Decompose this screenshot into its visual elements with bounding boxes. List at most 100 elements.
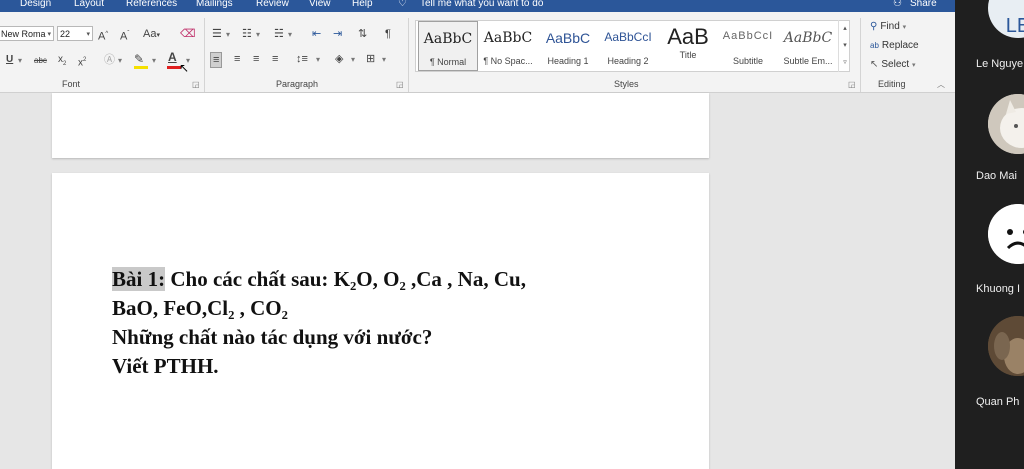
increase-indent-icon[interactable]: ⇥: [333, 27, 342, 41]
style-title[interactable]: AaB Title: [658, 21, 718, 71]
ribbon-separator: [204, 18, 205, 92]
styles-group-label: Styles: [614, 79, 639, 89]
style-preview: AaBbC: [783, 30, 833, 46]
search-icon: ⚲: [870, 21, 878, 32]
participant-name: Le Nguye: [976, 58, 1024, 70]
chevron-down-icon: ▾: [86, 31, 90, 38]
lightbulb-icon: ♡: [398, 0, 407, 9]
style-normal[interactable]: AaBbC ¶ Normal: [418, 21, 478, 71]
paragraph-line: Viết PTHH.: [112, 354, 219, 378]
line-spacing-icon[interactable]: ↕≡: [296, 52, 308, 66]
underline-icon[interactable]: U: [6, 53, 13, 67]
ribbon: New Roma ▾ 22 ▾ A^ Aˇ Aa▾ ⌫ U ▾ abc x2 x2 …: [0, 12, 955, 93]
menu-references[interactable]: References: [126, 0, 177, 9]
ribbon-separator: [408, 18, 409, 92]
chevron-up-icon[interactable]: ▴: [839, 20, 851, 37]
highlight-icon[interactable]: ✎: [134, 52, 144, 66]
shrink-font-icon[interactable]: Aˇ: [120, 27, 129, 44]
paragraph-dialog-launcher-icon[interactable]: ◲: [396, 78, 404, 92]
document-canvas: Bài 1: Cho các chất sau: K₂O, O₂ ,Ca , N…: [0, 93, 955, 469]
bullets-icon[interactable]: ☰: [212, 27, 222, 41]
font-size-combo[interactable]: 22 ▾: [57, 26, 93, 41]
tell-me-box[interactable]: Tell me what you want to do: [420, 0, 543, 9]
shading-icon[interactable]: ◈: [335, 52, 343, 66]
replace-icon: ab: [870, 41, 879, 50]
menu-design[interactable]: Design: [20, 0, 51, 9]
sort-icon[interactable]: ⇅: [358, 27, 367, 41]
paragraph-group-label: Paragraph: [276, 79, 319, 89]
ribbon-separator: [860, 18, 861, 92]
find-button[interactable]: ⚲ Find ▾: [870, 21, 906, 32]
chevron-down-icon[interactable]: ▾: [288, 28, 292, 42]
chevron-down-icon[interactable]: ▾: [351, 53, 355, 67]
style-subtitle[interactable]: AaBbCcI Subtitle: [718, 21, 778, 71]
participant-name: Dao Mai: [976, 170, 1017, 182]
style-no-spacing[interactable]: AaBbC ¶ No Spac...: [478, 21, 538, 71]
style-preview: AaBbCcI: [722, 30, 774, 42]
align-right-icon[interactable]: ≡: [253, 52, 259, 66]
numbering-icon[interactable]: ☷: [242, 27, 252, 41]
style-name: Title: [679, 50, 697, 60]
styles-dialog-launcher-icon[interactable]: ◲: [848, 78, 856, 92]
collapse-ribbon-icon[interactable]: ︿: [937, 78, 945, 92]
replace-label: Replace: [881, 40, 919, 51]
strikethrough-icon[interactable]: abc: [34, 54, 47, 68]
font-dialog-launcher-icon[interactable]: ◲: [192, 78, 200, 92]
subscript-icon[interactable]: x2: [58, 53, 66, 71]
borders-icon[interactable]: ⊞: [366, 52, 375, 66]
exercise-text: Cho các chất sau: K₂O, O₂ ,Ca , Na, Cu,: [165, 267, 526, 291]
find-label: Find: [880, 21, 900, 32]
style-heading-2[interactable]: AaBbCcI Heading 2: [598, 21, 658, 71]
document-page[interactable]: Bài 1: Cho các chất sau: K₂O, O₂ ,Ca , N…: [52, 173, 709, 469]
cursor-select-icon: ↖: [870, 59, 879, 70]
multilevel-list-icon[interactable]: ☵: [274, 27, 284, 41]
text-effects-icon[interactable]: Ⓐ: [104, 53, 115, 67]
participant-name: Quan Ph: [976, 396, 1020, 408]
chevron-down-icon[interactable]: ▾: [256, 28, 260, 42]
share-icon: ⚇: [893, 0, 902, 9]
decrease-indent-icon[interactable]: ⇤: [312, 27, 321, 41]
superscript-icon[interactable]: x2: [78, 53, 86, 70]
justify-icon[interactable]: ≡: [272, 52, 278, 66]
font-color-icon[interactable]: A: [168, 50, 177, 64]
pilcrow-icon[interactable]: ¶: [385, 27, 391, 41]
highlight-color-bar: [134, 66, 148, 69]
align-center-icon[interactable]: ≡: [234, 52, 240, 66]
exercise-label: Bài 1:: [112, 267, 166, 291]
chevron-down-icon[interactable]: ▾: [18, 54, 22, 68]
clear-formatting-icon[interactable]: ⌫: [180, 27, 196, 41]
chevron-down-icon[interactable]: ▾: [226, 28, 230, 42]
participant-name: Khuong I: [976, 283, 1021, 295]
chevron-down-icon[interactable]: ▾: [152, 54, 156, 68]
style-preview: AaBbC: [545, 30, 591, 46]
avatar-initials: LE: [1005, 15, 1024, 37]
chevron-down-icon[interactable]: ▾: [316, 53, 320, 67]
style-name: Subtitle: [732, 56, 764, 66]
document-body[interactable]: Bài 1: Cho các chất sau: K₂O, O₂ ,Ca , N…: [112, 265, 672, 381]
change-case-icon[interactable]: Aa▾: [143, 27, 160, 43]
more-styles-icon[interactable]: ▿: [839, 54, 851, 71]
select-label: Select: [881, 59, 910, 70]
menu-mailings[interactable]: Mailings: [196, 0, 233, 9]
share-button[interactable]: Share: [910, 0, 937, 9]
style-preview: AaBbC: [423, 31, 473, 47]
style-preview: AaB: [667, 24, 709, 49]
chevron-down-icon[interactable]: ▾: [382, 53, 386, 67]
font-name-combo[interactable]: New Roma ▾: [0, 26, 54, 41]
menu-view[interactable]: View: [309, 0, 331, 9]
replace-button[interactable]: ab Replace: [870, 40, 919, 51]
grow-font-icon[interactable]: A^: [98, 27, 108, 44]
align-left-icon[interactable]: ≡: [210, 52, 223, 68]
chevron-down-icon[interactable]: ▾: [839, 37, 851, 54]
styles-scroll: ▴ ▾ ▿: [838, 20, 851, 72]
menu-review[interactable]: Review: [256, 0, 289, 9]
select-button[interactable]: ↖ Select ▾: [870, 59, 915, 70]
style-subtle-emphasis[interactable]: AaBbC Subtle Em...: [778, 21, 838, 71]
style-name: Heading 1: [547, 56, 589, 66]
chevron-down-icon[interactable]: ▾: [118, 54, 122, 68]
style-name: Heading 2: [607, 56, 649, 66]
mouse-cursor-icon: ↖: [179, 61, 190, 75]
style-heading-1[interactable]: AaBbC Heading 1: [538, 21, 598, 71]
menu-layout[interactable]: Layout: [74, 0, 104, 9]
menu-help[interactable]: Help: [352, 0, 373, 9]
